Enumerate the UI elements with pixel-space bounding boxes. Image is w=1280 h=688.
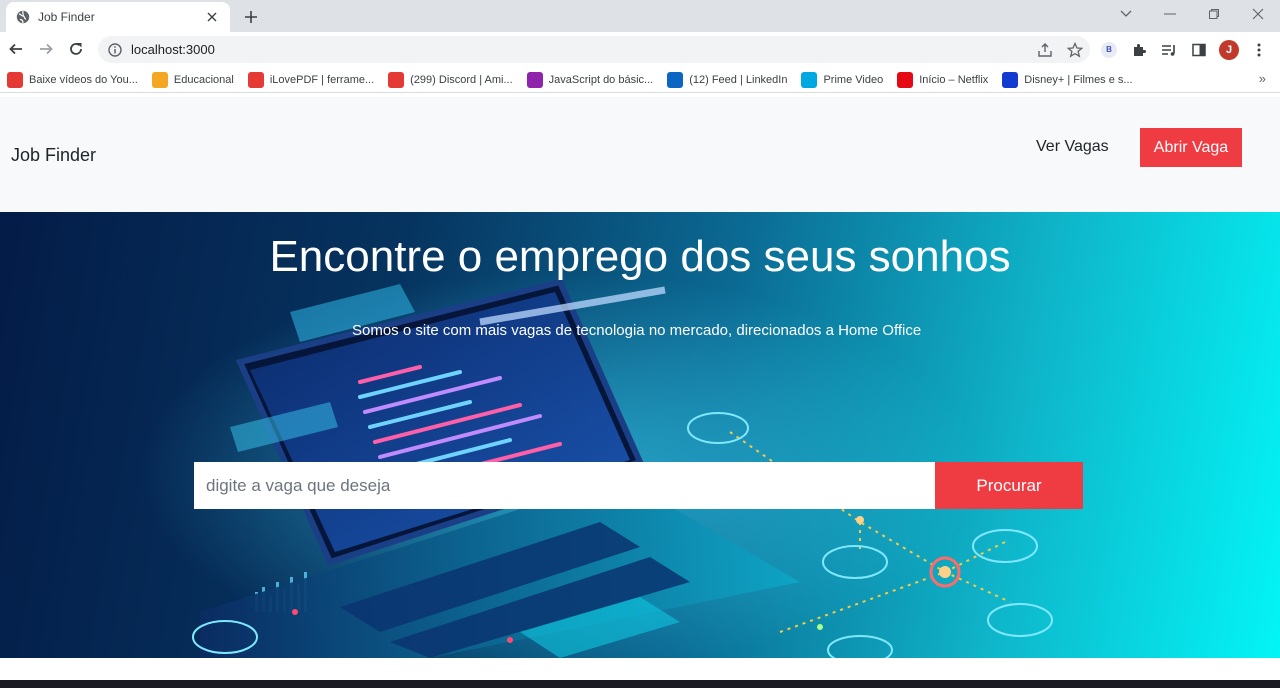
- close-tab-icon[interactable]: [204, 9, 220, 25]
- hero-section: Encontre o emprego dos seus sonhos Somos…: [0, 212, 1280, 658]
- brand-logo[interactable]: Job Finder: [11, 145, 96, 166]
- folder-icon: [151, 71, 168, 88]
- tab-search-icon[interactable]: [1106, 0, 1146, 28]
- bookmarks-bar: Baixe vídeos do You... Educacional iLovePD…: [0, 67, 1280, 93]
- close-window-icon[interactable]: [1236, 0, 1280, 28]
- info-icon[interactable]: [108, 42, 122, 57]
- tab-title: Job Finder: [38, 10, 95, 24]
- search-button[interactable]: Procurar: [935, 462, 1083, 509]
- bookmark-item[interactable]: iLovePDF | ferrame...: [247, 69, 375, 91]
- bookmark-label: (299) Discord | Ami...: [410, 73, 513, 86]
- extension-badge: B: [1101, 41, 1117, 58]
- share-icon[interactable]: [1030, 36, 1060, 63]
- url-text: localhost:3000: [131, 42, 215, 57]
- minimize-icon[interactable]: [1148, 0, 1192, 28]
- javascript-icon: [526, 71, 543, 88]
- bookmark-label: Início – Netflix: [919, 73, 989, 86]
- bookmark-label: iLovePDF | ferrame...: [269, 73, 375, 86]
- bookmark-item[interactable]: (299) Discord | Ami...: [388, 69, 513, 91]
- site-navbar: Job Finder Ver Vagas Abrir Vaga: [0, 97, 1280, 212]
- bookmark-label: JavaScript do básic...: [548, 73, 654, 86]
- extensions-row: B J: [1094, 36, 1274, 63]
- hero-subtitle: Somos o site com mais vagas de tecnologi…: [352, 322, 922, 339]
- download-icon: [7, 71, 23, 88]
- globe-icon: [16, 10, 30, 24]
- bookmarks-overflow-icon[interactable]: »: [1259, 71, 1266, 86]
- bookmark-item[interactable]: Educacional: [151, 69, 234, 91]
- job-search-input[interactable]: [194, 462, 935, 509]
- bookmark-label: (12) Feed | LinkedIn: [689, 73, 788, 86]
- open-job-button[interactable]: Abrir Vaga: [1140, 128, 1242, 167]
- extension-b-icon[interactable]: B: [1094, 36, 1124, 63]
- bookmark-label: Educacional: [173, 73, 234, 86]
- reload-icon[interactable]: [64, 37, 88, 61]
- bookmark-item[interactable]: (12) Feed | LinkedIn: [667, 69, 787, 91]
- page-bottom-strip: [0, 658, 1280, 680]
- bookmark-label: Baixe vídeos do You...: [29, 73, 138, 86]
- bookmark-item[interactable]: Prime Video: [801, 69, 883, 91]
- netflix-icon: [897, 71, 914, 88]
- forward-icon[interactable]: [34, 37, 58, 61]
- discord-icon: [388, 71, 405, 88]
- bookmark-label: Disney+ | Filmes e s...: [1024, 73, 1133, 86]
- avatar-letter: J: [1219, 39, 1239, 60]
- linkedin-icon: [667, 71, 684, 88]
- bookmark-item[interactable]: Disney+ | Filmes e s...: [1002, 69, 1133, 91]
- side-panel-icon[interactable]: [1184, 36, 1214, 63]
- heart-icon: [247, 71, 264, 88]
- browser-toolbar: localhost:3000 B J: [0, 32, 1280, 67]
- media-queue-icon[interactable]: [1154, 36, 1184, 63]
- bookmark-item[interactable]: Baixe vídeos do You...: [7, 69, 138, 91]
- bookmark-item[interactable]: JavaScript do básic...: [526, 69, 654, 91]
- os-taskbar: [0, 680, 1280, 688]
- window-controls: [1106, 0, 1280, 32]
- puzzle-icon[interactable]: [1124, 36, 1154, 63]
- profile-avatar[interactable]: J: [1214, 36, 1244, 63]
- hero-title: Encontre o emprego dos seus sonhos: [269, 232, 1011, 281]
- play-icon: [801, 71, 818, 88]
- disney-icon: [1002, 71, 1019, 88]
- back-icon[interactable]: [4, 37, 28, 61]
- browser-tab[interactable]: Job Finder: [6, 2, 230, 32]
- bookmark-label: Prime Video: [823, 73, 884, 86]
- bookmark-item[interactable]: Início – Netflix: [897, 69, 988, 91]
- restore-icon[interactable]: [1192, 0, 1236, 28]
- nav-link-ver-vagas[interactable]: Ver Vagas: [1036, 138, 1109, 156]
- bookmark-star-icon[interactable]: [1060, 36, 1090, 63]
- new-tab-button[interactable]: [240, 6, 262, 28]
- browser-tabstrip: Job Finder: [0, 0, 1280, 32]
- address-bar[interactable]: localhost:3000: [98, 36, 1090, 63]
- menu-kebab-icon[interactable]: [1244, 36, 1274, 63]
